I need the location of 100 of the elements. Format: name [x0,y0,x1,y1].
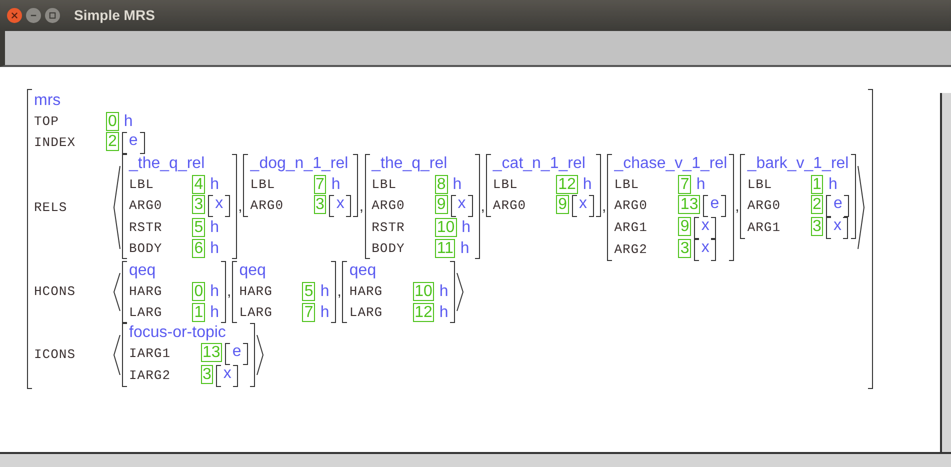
maximize-button[interactable] [45,8,60,23]
feature-name: ARG0 [614,197,648,215]
feature-name: ARG2 [614,241,648,259]
type-label: qeq [239,261,267,281]
type-label: focus-or-topic [129,323,227,343]
type-label: x [701,239,710,258]
type-label: x [833,217,842,236]
coreference-tag: 9 [556,195,570,214]
type-label: x [458,195,466,214]
type-label: h [320,282,330,300]
type-label: h [210,218,220,236]
type-label: h [452,176,462,194]
coreference-tag: 5 [192,218,206,237]
coreference-tag: 11 [434,239,456,258]
feature-name: ARG0 [372,197,405,215]
type-label: qeq [349,261,378,281]
coreference-tag: 12 [556,175,578,194]
type-label: _bark_v_1_rel [747,154,850,174]
type-label: x [579,195,588,214]
separator-comma: , [336,282,342,302]
type-label: h [462,218,471,236]
coreference-tag: 0 [106,112,119,131]
feature-name: HCONS [34,283,77,301]
type-label: e [232,343,242,362]
coreference-tag: 9 [434,195,448,214]
feature-name: ARG0 [250,197,284,215]
coreference-tag: 6 [192,239,206,258]
feature-name: HARG [129,282,162,300]
type-label: _cat_n_1_rel [492,154,586,174]
window-title: Simple MRS [74,6,155,25]
type-label: h [439,282,448,300]
type-label: h [210,176,220,194]
coreference-tag: 1 [810,175,824,194]
coreference-tag: 10 [412,282,434,301]
type-label: h [460,240,470,258]
feature-name: LBL [129,176,155,194]
type-label: h [828,176,838,194]
feature-name: LBL [492,176,519,194]
type-label: h [331,176,340,194]
type-label: x [223,365,232,384]
coreference-tag: 7 [314,175,326,194]
coreference-tag: 9 [678,217,692,236]
coreference-tag: 4 [192,175,206,194]
type-label: _dog_n_1_rel [250,154,350,174]
type-label: h [696,176,706,194]
coreference-tag: 3 [314,195,326,214]
coreference-tag: 3 [192,195,206,214]
horizontal-scrollbar[interactable] [0,452,951,467]
feature-name: LBL [250,176,276,194]
type-label: _the_q_rel [372,154,448,174]
type-label: h [210,304,220,322]
coreference-tag: 1 [192,303,206,322]
separator-comma: , [226,282,232,302]
feature-name: LARG [239,304,272,322]
type-label: e [710,195,720,214]
coreference-tag: 2 [106,132,119,151]
coreference-tag: 3 [200,365,214,384]
feature-name: BODY [372,240,405,258]
coreference-tag: 7 [678,175,692,194]
feature-name: HARG [239,282,272,300]
close-icon [11,12,18,19]
feature-name: IARG1 [129,345,171,363]
feature-name: HARG [349,282,383,300]
type-label: e [128,132,138,151]
separator-comma: , [480,197,486,218]
coreference-tag: 2 [810,195,824,214]
type-label: h [582,176,592,194]
feature-name: LBL [372,176,398,194]
coreference-tag: 10 [434,218,457,237]
type-label: mrs [34,91,62,111]
separator-comma: , [601,197,608,218]
feature-name: IARG2 [129,367,171,385]
feature-name: RSTR [129,218,162,236]
type-label: h [210,240,220,258]
type-label: h [439,304,448,322]
feature-name: ICONS [34,346,77,364]
separator-comma: , [237,197,244,218]
minimize-icon [30,12,37,19]
feature-name: RELS [34,198,68,216]
feature-name: ARG0 [129,197,162,215]
vertical-scrollbar[interactable] [940,93,951,452]
feature-name: TOP [34,112,60,130]
minimize-button[interactable] [26,8,41,23]
type-label: qeq [129,261,157,281]
type-label: h [124,112,133,130]
coreference-tag: 5 [302,282,316,301]
type-label: x [215,195,224,214]
coreference-tag: 8 [434,175,448,194]
coreference-tag: 7 [302,303,316,322]
coreference-tag: 13 [200,343,222,362]
feature-name: ARG0 [747,197,781,215]
separator-comma: , [734,197,740,218]
feature-name: LARG [129,304,162,322]
feature-name: LARG [349,304,383,322]
feature-name: RSTR [372,218,405,236]
coreference-tag: 0 [192,282,206,301]
feature-name: ARG1 [747,219,781,237]
separator-comma: , [358,197,365,218]
type-label: h [320,304,330,322]
close-button[interactable] [7,8,22,23]
